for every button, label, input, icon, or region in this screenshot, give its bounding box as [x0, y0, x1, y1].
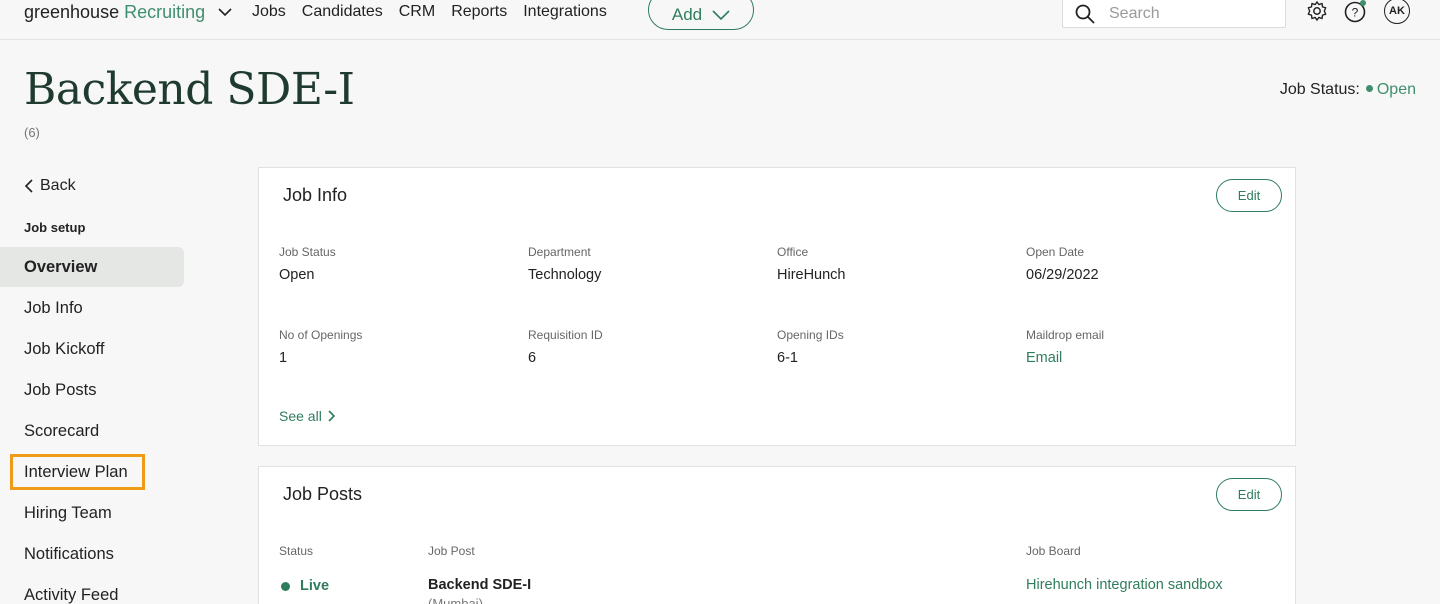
column-header-status: Status	[279, 544, 313, 558]
column-header-label: Job Board	[1026, 544, 1081, 558]
nav-link-crm[interactable]: CRM	[399, 3, 435, 21]
see-all-label: See all	[279, 408, 322, 424]
sidebar-item-activity-feed[interactable]: Activity Feed	[0, 575, 184, 604]
field-label: Office	[777, 245, 809, 259]
field-job-status: Job Status Open	[279, 245, 336, 283]
job-status-label: Job Status:	[1279, 81, 1360, 98]
field-label: Job Status	[279, 245, 336, 259]
brand-logo[interactable]: greenhouse Recruiting	[24, 0, 233, 24]
field-value: Open	[279, 267, 315, 283]
edit-button[interactable]: Edit	[1216, 478, 1282, 511]
column-header-job-post: Job Post	[428, 544, 475, 558]
field-label: Department	[528, 245, 591, 259]
field-label: No of Openings	[279, 328, 363, 342]
field-label: Requisition ID	[528, 328, 603, 342]
sidebar-item-overview[interactable]: Overview	[0, 247, 184, 287]
sidebar-item-job-posts[interactable]: Job Posts	[0, 370, 184, 410]
svg-text:?: ?	[1352, 6, 1359, 20]
field-value: Technology	[528, 267, 602, 283]
add-button[interactable]: Add	[648, 0, 754, 30]
field-requisition-id: Requisition ID 6	[528, 328, 603, 366]
job-post-title[interactable]: Backend SDE-I	[428, 577, 531, 593]
field-maildrop-email: Maildrop email Email	[1026, 328, 1104, 366]
add-button-label: Add	[671, 5, 703, 24]
gear-icon[interactable]	[1306, 0, 1328, 22]
back-link[interactable]: Back	[24, 177, 76, 195]
column-header-job-board: Job Board	[1026, 544, 1081, 558]
sidebar: Overview Job Info Job Kickoff Job Posts …	[0, 247, 184, 604]
top-nav: greenhouse Recruiting Jobs Candidates CR…	[0, 0, 1440, 40]
sidebar-item-scorecard[interactable]: Scorecard	[0, 411, 184, 451]
chevron-down-icon	[712, 10, 730, 21]
field-value: 06/29/2022	[1026, 267, 1099, 283]
sidebar-heading: Job setup	[24, 220, 86, 235]
sidebar-item-job-kickoff[interactable]: Job Kickoff	[0, 329, 184, 369]
field-value: 1	[279, 350, 288, 366]
avatar[interactable]: AK	[1384, 0, 1410, 24]
field-label: Maildrop email	[1026, 328, 1105, 342]
top-icons: ? AK	[1306, 0, 1410, 24]
card-title: Job Posts	[283, 484, 363, 504]
field-value: 6	[528, 350, 537, 366]
column-header-label: Status	[279, 544, 314, 558]
field-opening-ids: Opening IDs 6-1	[777, 328, 844, 366]
field-label: Opening IDs	[777, 328, 844, 342]
back-label: Back	[40, 177, 76, 194]
job-post-cell: Backend SDE-I (Mumbai)	[428, 577, 531, 604]
job-post-location: (Mumbai)	[428, 596, 483, 604]
chevron-right-icon	[328, 410, 335, 422]
see-all-link[interactable]: See all	[279, 408, 336, 424]
help-icon[interactable]: ?	[1344, 0, 1368, 23]
page-title: Backend SDE-I	[24, 64, 355, 115]
status-value: Live	[300, 578, 330, 594]
status-badge: Live	[281, 578, 329, 594]
brand-name: greenhouse	[24, 1, 120, 22]
sidebar-item-job-info[interactable]: Job Info	[0, 288, 184, 328]
field-department: Department Technology	[528, 245, 601, 283]
job-status-indicator: Job Status: Open	[1280, 81, 1416, 99]
nav-link-integrations[interactable]: Integrations	[523, 3, 607, 21]
search-box	[1062, 0, 1286, 28]
brand-product: Recruiting	[124, 1, 206, 22]
job-info-card: Job Info Edit Job Status Open Department…	[258, 167, 1296, 446]
sidebar-item-interview-plan[interactable]: Interview Plan	[0, 452, 184, 492]
column-header-label: Job Post	[428, 544, 475, 558]
chevron-down-icon[interactable]	[217, 4, 233, 20]
main-nav: Jobs Candidates CRM Reports Integrations	[252, 0, 623, 24]
field-value: HireHunch	[777, 267, 846, 283]
email-link[interactable]: Email	[1026, 350, 1104, 366]
sidebar-item-hiring-team[interactable]: Hiring Team	[0, 493, 184, 533]
field-label: Open Date	[1026, 245, 1085, 259]
job-status-value[interactable]: Open	[1377, 81, 1416, 98]
field-openings: No of Openings 1	[279, 328, 362, 366]
job-board-cell: Hirehunch integration sandbox	[1026, 577, 1223, 593]
nav-link-reports[interactable]: Reports	[451, 3, 507, 21]
sidebar-item-notifications[interactable]: Notifications	[0, 534, 184, 574]
field-open-date: Open Date 06/29/2022	[1026, 245, 1099, 283]
table-row: Live	[281, 578, 329, 594]
job-posts-card: Job Posts Edit Status Job Post Job Board…	[258, 466, 1296, 604]
nav-link-jobs[interactable]: Jobs	[252, 3, 286, 21]
chevron-left-icon	[24, 179, 33, 193]
live-dot-icon	[281, 581, 290, 591]
status-dot-icon	[1365, 85, 1373, 93]
nav-link-candidates[interactable]: Candidates	[302, 3, 383, 21]
edit-button[interactable]: Edit	[1216, 179, 1282, 212]
sidebar-item-label: Interview Plan	[24, 463, 128, 481]
search-input[interactable]	[1109, 5, 1269, 23]
card-title: Job Info	[283, 185, 348, 205]
job-count: (6)	[24, 125, 40, 140]
job-board-link[interactable]: Hirehunch integration sandbox	[1026, 577, 1223, 593]
field-office: Office HireHunch	[777, 245, 846, 283]
search-icon	[1075, 4, 1095, 24]
field-value: 6-1	[777, 350, 798, 366]
